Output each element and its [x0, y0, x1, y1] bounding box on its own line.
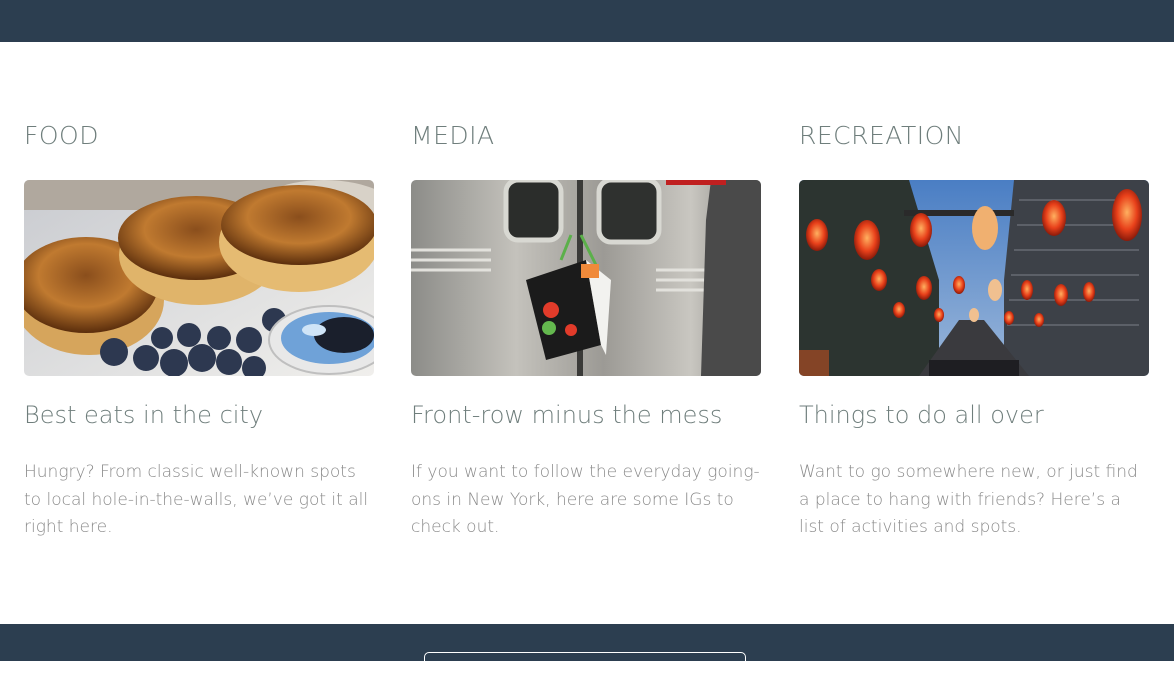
card-description: If you want to follow the everyday going… — [411, 462, 760, 537]
footer-button[interactable] — [424, 652, 746, 682]
food-image[interactable] — [24, 180, 374, 376]
top-navigation-bar — [0, 0, 1174, 42]
category-heading: MEDIA — [411, 121, 495, 150]
card-description: Want to go somewhere new, or just find a… — [799, 462, 1138, 537]
card-title[interactable]: Front-row minus the mess — [411, 401, 722, 429]
media-image[interactable] — [411, 180, 761, 376]
recreation-image[interactable] — [799, 180, 1149, 376]
category-heading: FOOD — [24, 121, 99, 150]
card-description: Hungry? From classic well-known spots to… — [24, 462, 369, 537]
card-title[interactable]: Best eats in the city — [24, 401, 263, 429]
category-heading: RECREATION — [799, 121, 964, 150]
card-title[interactable]: Things to do all over — [799, 401, 1044, 429]
